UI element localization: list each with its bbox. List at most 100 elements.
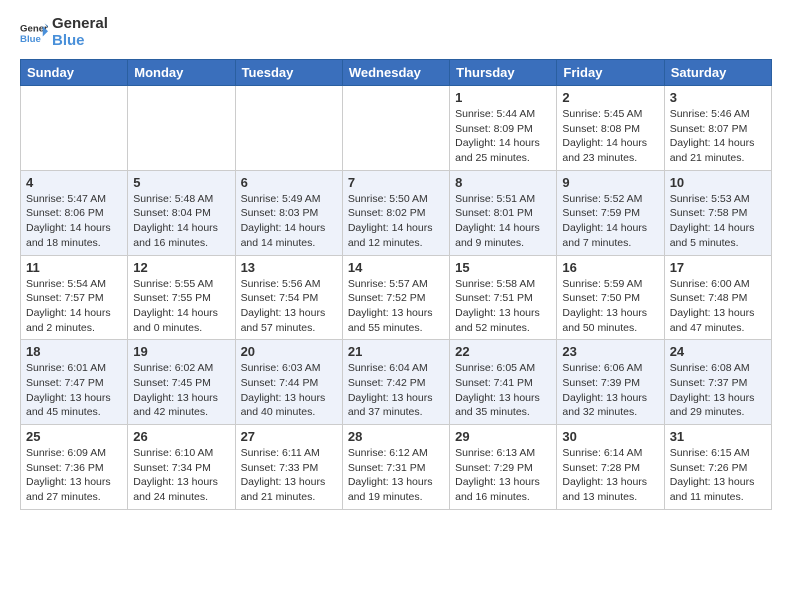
calendar-cell: 20Sunrise: 6:03 AM Sunset: 7:44 PM Dayli… bbox=[235, 340, 342, 425]
calendar-cell: 30 Sunrise: 6:14 AM Sunset: 7:28 PM Dayli… bbox=[557, 425, 664, 510]
calendar-cell: 4 Sunrise: 5:47 AM Sunset: 8:06 PM Daylig… bbox=[21, 170, 128, 255]
calendar-cell: 13 Sunrise: 5:56 AM Sunset: 7:54 PM Dayli… bbox=[235, 255, 342, 340]
day-number: 3 bbox=[670, 90, 766, 105]
day-number: 7 bbox=[348, 175, 444, 190]
calendar-week-1: 1 Sunrise: 5:44 AM Sunset: 8:09 PM Daylig… bbox=[21, 86, 772, 171]
day-number: 13 bbox=[241, 260, 337, 275]
calendar-cell: 23 Sunrise: 6:06 AM Sunset: 7:39 PM Dayli… bbox=[557, 340, 664, 425]
day-info: Sunrise: 6:08 AM Sunset: 7:37 PM Dayligh… bbox=[670, 361, 766, 420]
day-info: Sunrise: 5:54 AM Sunset: 7:57 PM Dayligh… bbox=[26, 277, 122, 336]
day-info: Sunrise: 6:01 AM Sunset: 7:47 PM Dayligh… bbox=[26, 361, 122, 420]
day-number: 19 bbox=[133, 344, 229, 359]
weekday-header-thursday: Thursday bbox=[450, 60, 557, 86]
day-info: Sunrise: 5:50 AM Sunset: 8:02 PM Dayligh… bbox=[348, 192, 444, 251]
calendar-cell bbox=[342, 86, 449, 171]
day-info: Sunrise: 5:44 AM Sunset: 8:09 PM Dayligh… bbox=[455, 107, 551, 166]
day-info: Sunrise: 5:48 AM Sunset: 8:04 PM Dayligh… bbox=[133, 192, 229, 251]
day-info: Sunrise: 5:56 AM Sunset: 7:54 PM Dayligh… bbox=[241, 277, 337, 336]
calendar-cell: 15 Sunrise: 5:58 AM Sunset: 7:51 PM Dayli… bbox=[450, 255, 557, 340]
day-number: 12 bbox=[133, 260, 229, 275]
day-number: 17 bbox=[670, 260, 766, 275]
day-number: 29 bbox=[455, 429, 551, 444]
calendar-cell bbox=[21, 86, 128, 171]
day-info: Sunrise: 5:51 AM Sunset: 8:01 PM Dayligh… bbox=[455, 192, 551, 251]
logo-blue: Blue bbox=[52, 33, 108, 50]
calendar-cell bbox=[235, 86, 342, 171]
day-info: Sunrise: 5:45 AM Sunset: 8:08 PM Dayligh… bbox=[562, 107, 658, 166]
calendar-week-4: 18 Sunrise: 6:01 AM Sunset: 7:47 PM Dayli… bbox=[21, 340, 772, 425]
day-info: Sunrise: 6:14 AM Sunset: 7:28 PM Dayligh… bbox=[562, 446, 658, 505]
day-number: 30 bbox=[562, 429, 658, 444]
day-number: 23 bbox=[562, 344, 658, 359]
calendar-cell: 19Sunrise: 6:02 AM Sunset: 7:45 PM Dayli… bbox=[128, 340, 235, 425]
calendar-table: SundayMondayTuesdayWednesdayThursdayFrid… bbox=[20, 59, 772, 510]
calendar-cell: 25 Sunrise: 6:09 AM Sunset: 7:36 PM Dayli… bbox=[21, 425, 128, 510]
calendar-cell: 2 Sunrise: 5:45 AM Sunset: 8:08 PM Daylig… bbox=[557, 86, 664, 171]
day-number: 18 bbox=[26, 344, 122, 359]
day-info: Sunrise: 6:11 AM Sunset: 7:33 PM Dayligh… bbox=[241, 446, 337, 505]
day-number: 15 bbox=[455, 260, 551, 275]
day-number: 14 bbox=[348, 260, 444, 275]
day-info: Sunrise: 5:57 AM Sunset: 7:52 PM Dayligh… bbox=[348, 277, 444, 336]
day-number: 10 bbox=[670, 175, 766, 190]
day-number: 11 bbox=[26, 260, 122, 275]
calendar-cell: 21 Sunrise: 6:04 AM Sunset: 7:42 PM Dayli… bbox=[342, 340, 449, 425]
day-info: Sunrise: 5:46 AM Sunset: 8:07 PM Dayligh… bbox=[670, 107, 766, 166]
day-info: Sunrise: 6:13 AM Sunset: 7:29 PM Dayligh… bbox=[455, 446, 551, 505]
calendar-cell: 7 Sunrise: 5:50 AM Sunset: 8:02 PM Daylig… bbox=[342, 170, 449, 255]
calendar-cell: 27Sunrise: 6:11 AM Sunset: 7:33 PM Dayli… bbox=[235, 425, 342, 510]
calendar-cell: 8Sunrise: 5:51 AM Sunset: 8:01 PM Daylig… bbox=[450, 170, 557, 255]
logo-general: General bbox=[52, 16, 108, 33]
day-number: 2 bbox=[562, 90, 658, 105]
header: General Blue General Blue bbox=[20, 16, 772, 49]
svg-text:Blue: Blue bbox=[20, 33, 41, 44]
calendar-cell: 18 Sunrise: 6:01 AM Sunset: 7:47 PM Dayli… bbox=[21, 340, 128, 425]
calendar-cell: 5 Sunrise: 5:48 AM Sunset: 8:04 PM Daylig… bbox=[128, 170, 235, 255]
weekday-header-friday: Friday bbox=[557, 60, 664, 86]
day-info: Sunrise: 5:47 AM Sunset: 8:06 PM Dayligh… bbox=[26, 192, 122, 251]
day-info: Sunrise: 6:00 AM Sunset: 7:48 PM Dayligh… bbox=[670, 277, 766, 336]
day-number: 1 bbox=[455, 90, 551, 105]
day-number: 20 bbox=[241, 344, 337, 359]
calendar-cell: 9 Sunrise: 5:52 AM Sunset: 7:59 PM Daylig… bbox=[557, 170, 664, 255]
weekday-header-row: SundayMondayTuesdayWednesdayThursdayFrid… bbox=[21, 60, 772, 86]
day-number: 5 bbox=[133, 175, 229, 190]
day-number: 25 bbox=[26, 429, 122, 444]
day-number: 24 bbox=[670, 344, 766, 359]
calendar-cell: 10Sunrise: 5:53 AM Sunset: 7:58 PM Dayli… bbox=[664, 170, 771, 255]
weekday-header-saturday: Saturday bbox=[664, 60, 771, 86]
calendar-cell: 3 Sunrise: 5:46 AM Sunset: 8:07 PM Daylig… bbox=[664, 86, 771, 171]
day-number: 21 bbox=[348, 344, 444, 359]
calendar-cell: 16 Sunrise: 5:59 AM Sunset: 7:50 PM Dayli… bbox=[557, 255, 664, 340]
calendar-cell: 22Sunrise: 6:05 AM Sunset: 7:41 PM Dayli… bbox=[450, 340, 557, 425]
calendar-cell: 6Sunrise: 5:49 AM Sunset: 8:03 PM Daylig… bbox=[235, 170, 342, 255]
day-info: Sunrise: 5:52 AM Sunset: 7:59 PM Dayligh… bbox=[562, 192, 658, 251]
calendar-cell: 12 Sunrise: 5:55 AM Sunset: 7:55 PM Dayli… bbox=[128, 255, 235, 340]
day-number: 26 bbox=[133, 429, 229, 444]
calendar-week-3: 11 Sunrise: 5:54 AM Sunset: 7:57 PM Dayli… bbox=[21, 255, 772, 340]
day-info: Sunrise: 5:55 AM Sunset: 7:55 PM Dayligh… bbox=[133, 277, 229, 336]
day-number: 16 bbox=[562, 260, 658, 275]
day-info: Sunrise: 5:58 AM Sunset: 7:51 PM Dayligh… bbox=[455, 277, 551, 336]
weekday-header-monday: Monday bbox=[128, 60, 235, 86]
day-info: Sunrise: 6:04 AM Sunset: 7:42 PM Dayligh… bbox=[348, 361, 444, 420]
day-info: Sunrise: 6:06 AM Sunset: 7:39 PM Dayligh… bbox=[562, 361, 658, 420]
day-info: Sunrise: 6:05 AM Sunset: 7:41 PM Dayligh… bbox=[455, 361, 551, 420]
calendar-cell: 1 Sunrise: 5:44 AM Sunset: 8:09 PM Daylig… bbox=[450, 86, 557, 171]
day-info: Sunrise: 5:59 AM Sunset: 7:50 PM Dayligh… bbox=[562, 277, 658, 336]
day-number: 31 bbox=[670, 429, 766, 444]
day-info: Sunrise: 6:12 AM Sunset: 7:31 PM Dayligh… bbox=[348, 446, 444, 505]
weekday-header-sunday: Sunday bbox=[21, 60, 128, 86]
day-info: Sunrise: 5:49 AM Sunset: 8:03 PM Dayligh… bbox=[241, 192, 337, 251]
calendar-week-2: 4 Sunrise: 5:47 AM Sunset: 8:06 PM Daylig… bbox=[21, 170, 772, 255]
calendar-cell: 24 Sunrise: 6:08 AM Sunset: 7:37 PM Dayli… bbox=[664, 340, 771, 425]
day-info: Sunrise: 6:09 AM Sunset: 7:36 PM Dayligh… bbox=[26, 446, 122, 505]
logo-icon: General Blue bbox=[20, 19, 48, 47]
calendar-cell: 28Sunrise: 6:12 AM Sunset: 7:31 PM Dayli… bbox=[342, 425, 449, 510]
page: General Blue General Blue SundayMondayTu… bbox=[0, 0, 792, 520]
day-number: 9 bbox=[562, 175, 658, 190]
calendar-cell bbox=[128, 86, 235, 171]
day-number: 4 bbox=[26, 175, 122, 190]
calendar-cell: 31Sunrise: 6:15 AM Sunset: 7:26 PM Dayli… bbox=[664, 425, 771, 510]
weekday-header-wednesday: Wednesday bbox=[342, 60, 449, 86]
